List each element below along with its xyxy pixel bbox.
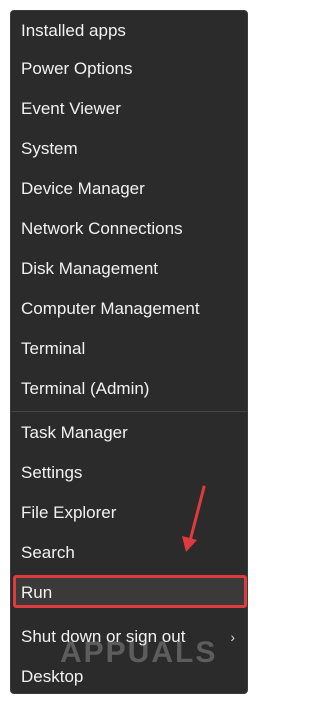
- menu-item-label: Installed apps: [21, 21, 126, 40]
- menu-divider: [11, 411, 247, 412]
- menu-item-label: Settings: [21, 463, 83, 482]
- menu-item-label: Desktop: [21, 667, 84, 686]
- menu-item-label: File Explorer: [21, 503, 117, 522]
- chevron-right-icon: ›: [230, 629, 235, 645]
- menu-item-disk-management[interactable]: Disk Management: [11, 249, 247, 289]
- menu-item-system[interactable]: System: [11, 129, 247, 169]
- menu-item-label: Device Manager: [21, 179, 145, 198]
- menu-item-shut-down-or-sign-out[interactable]: Shut down or sign out ›: [11, 617, 247, 657]
- menu-item-label: Search: [21, 543, 75, 562]
- menu-item-file-explorer[interactable]: File Explorer: [11, 493, 247, 533]
- menu-item-label: Task Manager: [21, 423, 128, 442]
- menu-item-installed-apps[interactable]: Installed apps: [11, 11, 247, 51]
- menu-item-computer-management[interactable]: Computer Management: [11, 289, 247, 329]
- menu-item-terminal-admin[interactable]: Terminal (Admin): [11, 369, 247, 409]
- menu-item-label: Computer Management: [21, 299, 200, 318]
- menu-item-search[interactable]: Search: [11, 533, 247, 573]
- menu-item-label: Event Viewer: [21, 99, 121, 118]
- menu-item-label: Disk Management: [21, 259, 159, 278]
- menu-item-settings[interactable]: Settings: [11, 453, 247, 493]
- menu-item-label: Terminal: [21, 339, 86, 358]
- menu-item-label: Shut down or sign out: [21, 627, 186, 646]
- menu-item-label: Terminal (Admin): [21, 379, 150, 398]
- menu-item-label: System: [21, 139, 78, 158]
- winx-context-menu: Installed apps Power Options Event Viewe…: [10, 10, 248, 694]
- menu-item-label: Power Options: [21, 59, 133, 78]
- menu-item-label: Network Connections: [21, 219, 183, 238]
- menu-item-label: Run: [21, 583, 53, 602]
- menu-item-desktop[interactable]: Desktop: [11, 657, 247, 693]
- menu-item-terminal[interactable]: Terminal: [11, 329, 247, 369]
- menu-item-run[interactable]: Run: [11, 573, 247, 613]
- menu-item-device-manager[interactable]: Device Manager: [11, 169, 247, 209]
- menu-item-event-viewer[interactable]: Event Viewer: [11, 89, 247, 129]
- menu-item-task-manager[interactable]: Task Manager: [11, 413, 247, 453]
- menu-item-network-connections[interactable]: Network Connections: [11, 209, 247, 249]
- menu-item-power-options[interactable]: Power Options: [11, 49, 247, 89]
